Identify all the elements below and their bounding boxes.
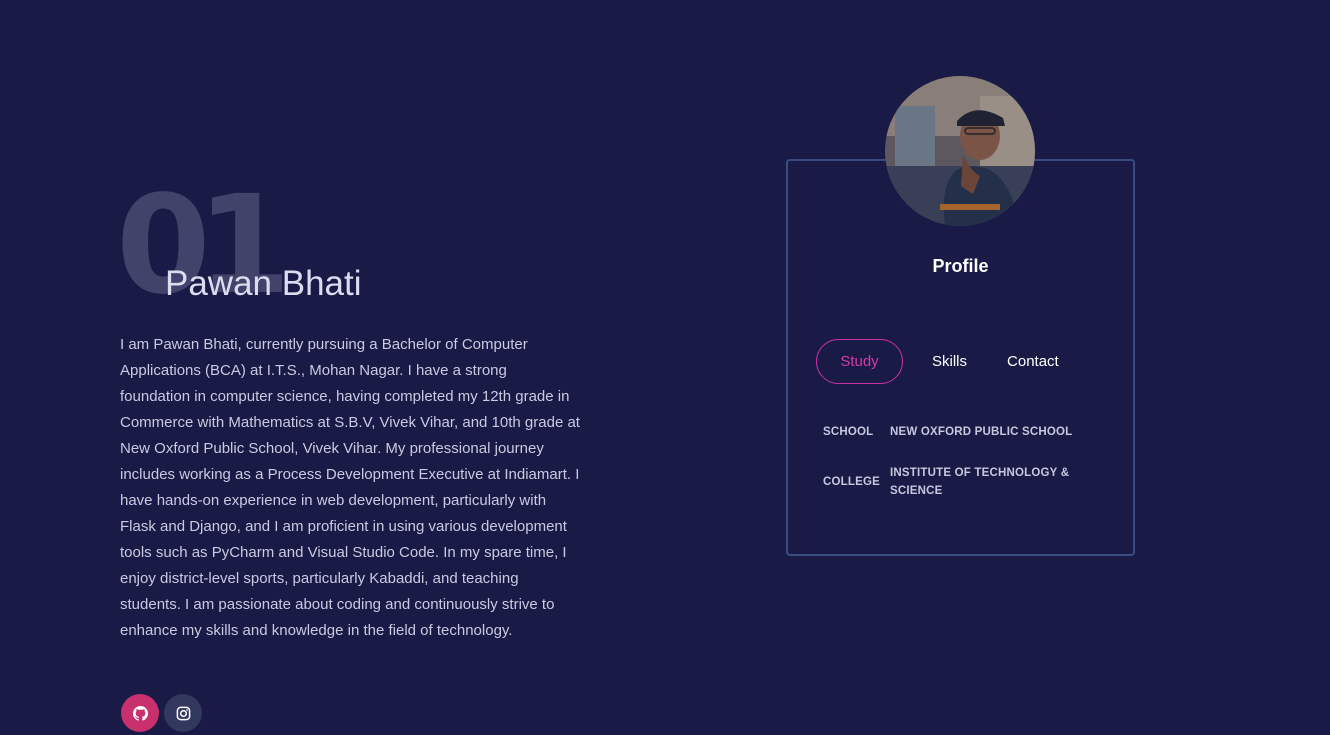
tab-study[interactable]: Study xyxy=(816,339,903,384)
page: 01 Pawan Bhati I am Pawan Bhati, current… xyxy=(0,0,1330,735)
education-value-school: NEW OXFORD PUBLIC SCHOOL xyxy=(890,426,1073,438)
instagram-link[interactable] xyxy=(164,694,202,732)
tab-contact[interactable]: Contact xyxy=(992,339,1074,384)
list-item: SCHOOL NEW OXFORD PUBLIC SCHOOL xyxy=(823,423,1083,441)
list-item: COLLEGE INSTITUTE OF TECHNOLOGY & SCIENC… xyxy=(823,464,1083,500)
tab-skills[interactable]: Skills xyxy=(917,339,982,384)
education-label-college: COLLEGE xyxy=(823,476,880,488)
bio-paragraph: I am Pawan Bhati, currently pursuing a B… xyxy=(120,336,580,639)
education-value-college: INSTITUTE OF TECHNOLOGY & SCIENCE xyxy=(890,467,1070,497)
person-name: Pawan Bhati xyxy=(165,264,362,303)
profile-tabs: Study Skills Contact xyxy=(816,339,1074,384)
avatar xyxy=(885,76,1035,226)
profile-photo xyxy=(885,76,1035,226)
github-link[interactable] xyxy=(121,694,159,732)
social-links xyxy=(121,694,202,732)
profile-title: Profile xyxy=(932,256,989,276)
education-label-school: SCHOOL xyxy=(823,426,874,438)
education-list: SCHOOL NEW OXFORD PUBLIC SCHOOL COLLEGE … xyxy=(823,423,1083,523)
github-icon xyxy=(132,705,148,721)
instagram-icon xyxy=(176,706,190,720)
